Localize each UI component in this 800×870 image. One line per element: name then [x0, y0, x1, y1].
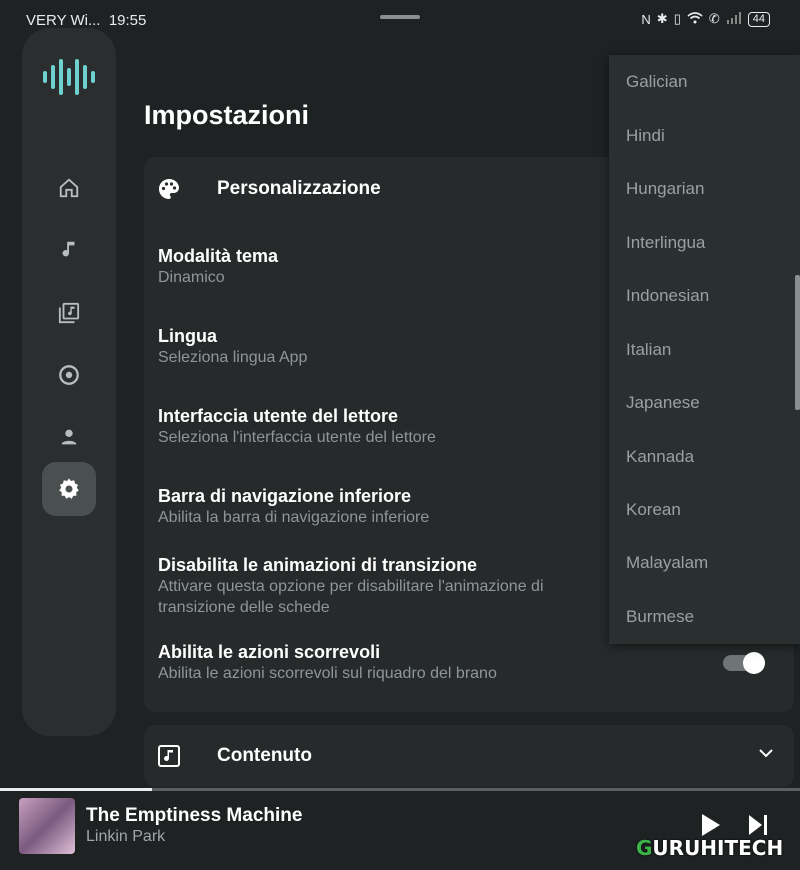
nfc-icon: N	[641, 11, 651, 27]
language-option[interactable]: Japanese	[626, 393, 700, 413]
setting-subtitle: Abilita la barra di navigazione inferior…	[158, 509, 430, 526]
drag-handle[interactable]	[380, 15, 420, 19]
nav-albums[interactable]	[42, 348, 96, 402]
library-icon	[58, 302, 80, 324]
setting-subtitle: Seleziona l'interfaccia utente del letto…	[158, 429, 436, 446]
progress-fill	[0, 788, 152, 791]
setting-subtitle: Attivare questa opzione per disabilitare…	[158, 578, 544, 595]
language-option[interactable]: Galician	[626, 72, 687, 92]
play-icon	[702, 814, 720, 836]
language-dropdown: Galician Hindi Hungarian Interlingua Ind…	[609, 55, 800, 644]
call-icon: ✆	[708, 11, 720, 26]
language-option[interactable]: Burmese	[626, 607, 694, 627]
bluetooth-icon: ✱	[656, 11, 668, 26]
watermark-logo: GURUHITECH	[636, 836, 784, 860]
skip-next-icon	[749, 815, 767, 835]
song-title: The Emptiness Machine	[86, 805, 303, 826]
person-icon	[61, 429, 77, 445]
setting-subtitle: Abilita le azioni scorrevoli sul riquadr…	[158, 665, 497, 682]
setting-title: Abilita le azioni scorrevoli	[158, 642, 381, 662]
playback-progress[interactable]	[0, 788, 800, 791]
artist-name: Linkin Park	[86, 828, 166, 845]
album-art	[19, 798, 75, 854]
home-icon	[59, 178, 79, 198]
status-icons: N ✱ ▯ ✆ 44	[641, 11, 770, 27]
content-header[interactable]: Contenuto	[144, 725, 794, 789]
setting-bottom-navbar[interactable]: Barra di navigazione inferiore Abilita l…	[158, 485, 618, 528]
nav-artists[interactable]	[42, 410, 96, 464]
setting-swipe-actions[interactable]: Abilita le azioni scorrevoli Abilita le …	[158, 641, 618, 684]
language-option[interactable]: Italian	[626, 340, 671, 360]
chevron-down-icon[interactable]	[758, 745, 774, 766]
setting-title: Barra di navigazione inferiore	[158, 486, 412, 506]
nav-settings[interactable]	[42, 462, 96, 516]
dropdown-scrollbar[interactable]	[795, 275, 800, 410]
nav-library[interactable]	[42, 286, 96, 340]
setting-subtitle: Seleziona lingua App	[158, 349, 308, 366]
palette-icon	[157, 177, 181, 206]
setting-title: Modalità tema	[158, 246, 279, 266]
setting-title: Interfaccia utente del lettore	[158, 406, 399, 426]
swipe-actions-toggle[interactable]	[723, 652, 765, 674]
setting-title: Lingua	[158, 326, 217, 346]
setting-language[interactable]: Lingua Seleziona lingua App	[158, 325, 618, 368]
language-option[interactable]: Malayalam	[626, 553, 708, 573]
setting-theme-mode[interactable]: Modalità tema Dinamico	[158, 245, 618, 288]
wifi-icon	[687, 11, 703, 27]
status-bar: VERY Wi... 19:55 N ✱ ▯ ✆ 44	[0, 0, 800, 40]
status-carrier-time: VERY Wi... 19:55	[26, 12, 147, 29]
setting-subtitle-continued: transizione delle schede	[158, 599, 330, 616]
language-option[interactable]: Korean	[626, 500, 681, 520]
language-option[interactable]: Indonesian	[626, 286, 709, 306]
battery-indicator: 44	[747, 11, 770, 27]
setting-subtitle: Dinamico	[158, 269, 225, 286]
content-title: Contenuto	[217, 745, 312, 766]
navigation-rail	[22, 28, 116, 736]
language-option[interactable]: Kannada	[626, 447, 694, 467]
language-option[interactable]: Hindi	[626, 126, 665, 146]
personalization-title: Personalizzazione	[217, 178, 381, 199]
waveform-icon	[41, 58, 97, 101]
music-file-icon	[157, 744, 181, 773]
album-icon	[59, 365, 79, 385]
setting-player-ui[interactable]: Interfaccia utente del lettore Seleziona…	[158, 405, 618, 448]
vibrate-icon: ▯	[673, 11, 681, 26]
language-option[interactable]: Hungarian	[626, 179, 704, 199]
language-option[interactable]: Interlingua	[626, 233, 705, 253]
content-card[interactable]: Contenuto	[144, 725, 794, 787]
setting-title: Disabilita le animazioni di transizione	[158, 555, 478, 575]
nav-home[interactable]	[42, 161, 96, 215]
nav-songs[interactable]	[42, 223, 96, 277]
settings-icon	[59, 478, 79, 499]
signal-icon	[726, 11, 742, 27]
toggle-knob	[743, 652, 765, 674]
music-note-icon	[62, 241, 75, 257]
setting-disable-animations[interactable]: Disabilita le animazioni di transizione …	[158, 554, 618, 618]
page-title: Impostazioni	[144, 100, 310, 130]
